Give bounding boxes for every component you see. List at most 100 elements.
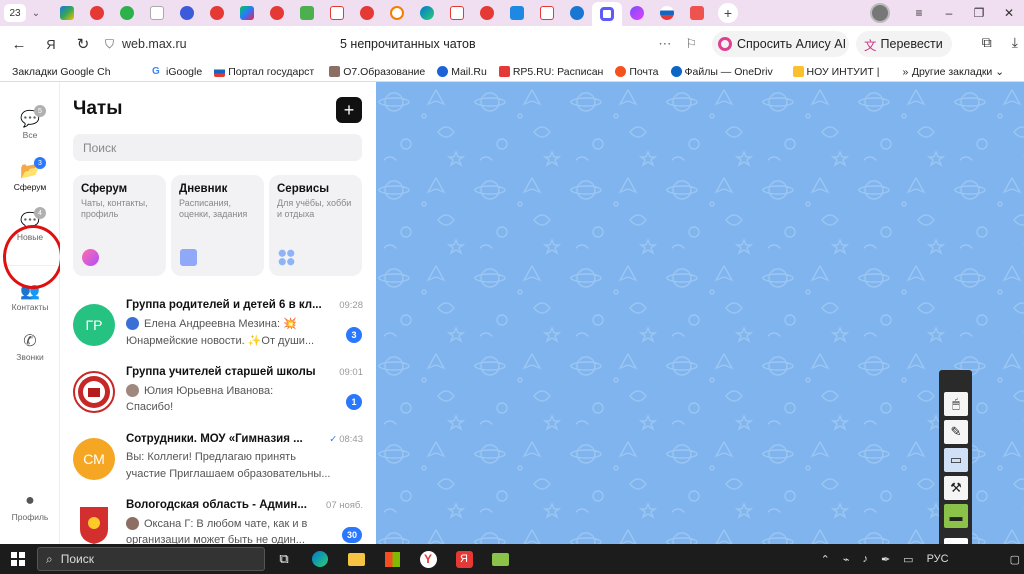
edge-icon[interactable] [308, 547, 332, 571]
spotify-icon [120, 6, 134, 20]
chevron-up-icon[interactable]: ⌃ [821, 553, 830, 566]
bookmarks-overflow-icon[interactable]: » [903, 66, 909, 78]
diary-card[interactable]: Дневник Расписания, оценки, задания [171, 175, 264, 276]
tab[interactable] [322, 2, 352, 24]
yandex-icon[interactable]: Я [452, 547, 476, 571]
volume-icon[interactable]: ♪ [862, 553, 868, 565]
notifications-icon[interactable]: ▢ [1010, 553, 1020, 566]
tab-strip [52, 0, 712, 26]
tab[interactable] [112, 2, 142, 24]
new-badge: 4 [34, 207, 46, 219]
tab[interactable] [472, 2, 502, 24]
book-icon [180, 249, 197, 266]
reload-icon[interactable]: ↻ [70, 31, 96, 57]
tab[interactable] [232, 2, 262, 24]
browser-profile-avatar[interactable] [870, 3, 890, 23]
task-view-icon[interactable]: ⧉ [272, 547, 296, 571]
url-text: web.max.ru [122, 37, 187, 51]
network-icon[interactable]: ⌁ [843, 553, 850, 566]
bookmark-item[interactable]: Почта [615, 66, 659, 78]
chat-sender-line: Юлия Юрьевна Иванова: [126, 384, 336, 397]
tab[interactable] [352, 2, 382, 24]
tools-icon[interactable]: ⚒ [944, 476, 968, 500]
sferum-card[interactable]: Сферум Чаты, контакты, профиль [73, 175, 166, 276]
nav-item-calls[interactable]: ✆ Звонки [0, 332, 60, 362]
bookmark-item[interactable]: НОУ ИНТУИТ | [792, 66, 885, 78]
store-icon[interactable] [380, 547, 404, 571]
more-icon[interactable]: ⋯ [658, 36, 671, 52]
tab[interactable] [562, 2, 592, 24]
url-field[interactable]: ⛉ web.max.ru 5 непрочитанных чатов ⋯ ⚐ [105, 30, 703, 58]
clock-icon [390, 6, 404, 20]
new-tab-button[interactable]: + [718, 3, 738, 23]
search-input[interactable]: Поиск [73, 134, 362, 161]
pen-icon[interactable]: ✒ [881, 553, 890, 566]
bookmark-item[interactable]: Mail.Ru [437, 66, 487, 78]
tab[interactable] [172, 2, 202, 24]
bookmark-icon[interactable]: ⚐ [685, 36, 697, 52]
chat-list-item[interactable]: Группа учителей старшей школы 09:01 Юлия… [60, 362, 376, 432]
tab[interactable] [412, 2, 442, 24]
tab[interactable] [622, 2, 652, 24]
bookmark-item[interactable]: Портал государст [214, 66, 317, 78]
tab[interactable] [442, 2, 472, 24]
windows-start-icon[interactable] [0, 544, 36, 574]
eraser-tool-icon[interactable]: ▭ [944, 448, 968, 472]
pencil-tool-icon[interactable]: ✎ [944, 420, 968, 444]
explorer-icon[interactable] [344, 547, 368, 571]
minimize-icon[interactable]: – [934, 6, 964, 20]
bookmark-item[interactable]: RP5.RU: Расписан [498, 65, 604, 78]
yandex-logo-icon[interactable]: Я [38, 31, 64, 57]
tab-list-icon[interactable]: ≡ [904, 6, 934, 20]
translate-button[interactable]: 文 Перевести [856, 31, 952, 57]
language-indicator[interactable]: РУС [927, 553, 949, 565]
chevron-down-icon[interactable]: ⌄ [26, 4, 46, 22]
nav-divider [4, 265, 56, 266]
mouse-tool-icon[interactable]: 🖱 [944, 392, 968, 416]
nav-item-profile[interactable]: ● Профиль [0, 492, 60, 522]
nav-item-contacts[interactable]: 👥 Контакты [0, 282, 60, 312]
extensions-icon[interactable]: ⧉ [982, 34, 992, 51]
max-icon [600, 7, 614, 21]
close-icon[interactable]: ✕ [994, 6, 1024, 20]
tab[interactable] [292, 2, 322, 24]
tab[interactable] [52, 2, 82, 24]
ask-alice-button[interactable]: Спросить Алису AI [712, 31, 849, 57]
nav-item-new[interactable]: 💬 4 Новые [0, 207, 60, 242]
taskbar-search[interactable]: ⌕ Поиск [37, 547, 265, 571]
tab-active-max[interactable] [592, 2, 622, 26]
bookmark-item[interactable]: Файлы — OneDriv [670, 66, 781, 78]
tab[interactable] [382, 2, 412, 24]
maximize-icon[interactable]: ❐ [964, 6, 994, 20]
tab[interactable] [502, 2, 532, 24]
back-icon[interactable]: ← [6, 31, 32, 57]
services-card[interactable]: Сервисы Для учёбы, хобби и отдыха [269, 175, 362, 276]
chat-preview: Спасибо! [126, 401, 174, 413]
nav-item-all[interactable]: 💬 5 Все [0, 105, 60, 140]
tab[interactable] [82, 2, 112, 24]
tab[interactable] [652, 2, 682, 24]
chat-list-item[interactable]: СМ Сотрудники. МОУ «Гимназия ... ✓ 08:43 … [60, 429, 376, 499]
bookmark-item[interactable]: GiGoogle [152, 66, 202, 78]
app-icon[interactable] [488, 547, 512, 571]
tab-count-button[interactable]: 23 [4, 4, 26, 22]
display-icon[interactable]: ▭ [903, 553, 913, 566]
bookmark-item[interactable]: О7.Образование [329, 66, 425, 78]
tab[interactable] [682, 2, 712, 24]
chat-list-item[interactable]: ГР Группа родителей и детей 6 в кл... 09… [60, 295, 376, 365]
nav-item-sferum[interactable]: 📂 3 Сферум [0, 157, 60, 192]
green-tool-icon[interactable]: ▬ [944, 504, 968, 528]
yandex-browser-icon[interactable]: Y [416, 547, 440, 571]
download-icon[interactable]: ⤓ [1012, 34, 1018, 51]
new-chat-button[interactable]: + [336, 97, 362, 123]
other-bookmarks-button[interactable]: Другие закладки ⌄ [912, 66, 1004, 78]
bookmark-item[interactable]: Закладки Google Ch [12, 66, 112, 78]
tab[interactable] [202, 2, 232, 24]
tab[interactable] [142, 2, 172, 24]
chat-sender: Елена Андреевна Мезина: 💥 [144, 318, 297, 330]
app-icon [510, 6, 524, 20]
tab[interactable] [532, 2, 562, 24]
bookmark-label: RP5.RU: Расписан [512, 65, 604, 78]
flag-icon [660, 6, 674, 20]
tab[interactable] [262, 2, 292, 24]
